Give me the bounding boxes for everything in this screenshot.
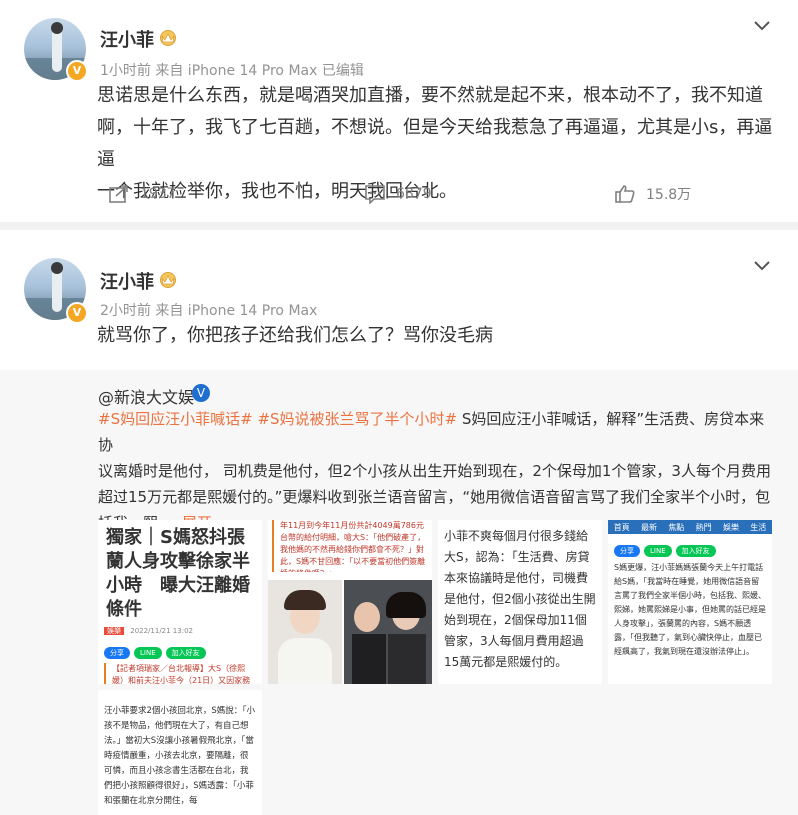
weibo-post: V 汪小菲 1小时前 来自 iPhone 14 Pro Max 已编辑 思诺思是… [0,0,798,220]
article-date: 2022/11/21 13:02 [130,627,193,635]
like-count: 15.8万 [646,187,692,203]
verified-badge-icon: V [66,302,88,324]
facebook-share-pill: 分享 [104,647,130,659]
nav-item: 首頁 [613,522,630,532]
repost-text-line: 议离婚时是他付， 司机费是他付，但2个小孩从出生开始到现在，2个保母加1个管家，… [98,462,771,480]
image-thumbnail[interactable]: 獨家｜S媽怒抖張蘭人身攻擊徐家半小時 曝大汪離婚條件 娛樂 2022/11/21… [98,520,262,684]
article-headline: 獨家｜S媽怒抖張蘭人身攻擊徐家半小時 曝大汪離婚條件 [106,527,250,620]
nav-item: 熱門 [695,522,712,532]
photo-collage [268,580,432,684]
crown-icon [160,30,176,46]
reposted-content: @新浪大文娱 V #S妈回应汪小菲喊话# #S妈说被张兰骂了半个小时# S妈回应… [0,370,798,815]
article-snippet: S媽更爆，汪小菲媽媽張蘭今天上午打電話給S媽，「我當時在睡覺，她用微信語音留言罵… [614,563,766,656]
author-name[interactable]: 汪小菲 [100,268,154,294]
article-snippet: 汪小菲要求2個小孩回北京，S媽說：「小孩不是物品，他們現在大了，有自己想法。」當… [104,706,256,806]
line-share-pill: LINE [134,647,162,659]
topic-link[interactable]: #S妈回应汪小菲喊话# [98,410,253,428]
share-button[interactable]: 1937 [108,184,176,204]
share-count: 1937 [140,186,176,202]
nav-item: 焦點 [668,522,685,532]
share-pills: 分享 LINE 加入好友 [98,636,262,663]
image-thumbnail[interactable]: 汪小菲要求2個小孩回北京，S媽說：「小孩不是物品，他們現在大了，有自己想法。」當… [98,690,262,815]
post-text-line: 思诺思是什么东西，就是喝酒哭加直播，要不然就是起不来，根本动不了，我不知道 [97,85,763,106]
image-thumbnail[interactable]: 年11月到今年11月份共計4049萬786元台幣的給付明細，嗆大S：「他們破產了… [268,520,432,684]
nav-item: 生活 [750,522,767,532]
chevron-down-icon[interactable] [752,18,772,32]
add-friend-pill: 加入好友 [165,647,206,659]
add-friend-pill: 加入好友 [675,545,716,557]
comment-count: 6879 [396,186,432,202]
share-pills: 分享 LINE 加入好友 [608,534,772,561]
repost-author[interactable]: @新浪大文娱 [98,384,194,408]
article-body: 【記者項瑞家／台北報導】大S（徐熙媛）和前夫汪小菲今（21日）又因家務事槓上新聞… [104,663,262,684]
divider [0,222,798,230]
post-meta: 2小时前 来自 iPhone 14 Pro Max [100,303,318,319]
post-meta: 1小时前 来自 iPhone 14 Pro Max 已编辑 [100,63,364,79]
post-text-line: 啊，十年了，我飞了七百趟，不想说。但是今天给我惹急了再逼逼，尤其是小s，再逼逼 [97,117,773,170]
repost-text: #S妈回应汪小菲喊话# #S妈说被张兰骂了半个小时# S妈回应汪小菲喊话，解释”… [98,406,778,536]
category-tag: 娛樂 [104,627,124,635]
chevron-down-icon[interactable] [752,258,772,272]
article-date-row: 娛樂 2022/11/21 13:02 [98,622,262,636]
verified-badge-icon: V [66,60,88,82]
author-name[interactable]: 汪小菲 [100,26,154,52]
image-thumbnail[interactable]: 小菲不爽每個月付很多錢給大S，認為：「生活費、房貸本來協議時是他付，司機費是他付… [438,520,602,684]
line-share-pill: LINE [644,545,672,557]
share-icon [109,185,128,203]
action-bar: 1937 6879 15.8万 [0,178,798,214]
crown-icon [160,272,176,288]
post-text: 就骂你了，你把孩子还给我们怎么了？骂你没毛病 [97,325,493,346]
comment-button[interactable]: 6879 [364,184,432,204]
article-snippet: 小菲不爽每個月付很多錢給大S，認為：「生活費、房貸本來協議時是他付，司機費是他付… [444,529,596,669]
image-thumbnail[interactable]: 首頁 最新 焦點 熱門 娛樂 生活 分享 LINE 加入好友 S媽更爆，汪小菲媽媽張… [608,520,772,684]
weibo-post: V 汪小菲 2小时前 来自 iPhone 14 Pro Max 就骂你了，你把孩… [0,230,798,370]
like-button[interactable]: 15.8万 [614,184,691,204]
site-nav: 首頁 最新 焦點 熱門 娛樂 生活 [608,520,772,534]
repost-text-line: 超过15万元都是熙媛付的。”更爆料收到张兰语音留言，“她用微信语音留言骂了我们全… [98,488,771,506]
article-snippet: 年11月到今年11月份共計4049萬786元台幣的給付明細，嗆大S：「他們破產了… [272,520,432,572]
nav-item: 最新 [640,522,657,532]
topic-link[interactable]: #S妈说被张兰骂了半个小时# [257,410,457,428]
thumbs-up-icon [615,185,635,203]
nav-item: 娛樂 [722,522,739,532]
comment-icon [365,185,385,204]
facebook-share-pill: 分享 [614,545,640,557]
blue-verified-icon: V [192,384,210,402]
